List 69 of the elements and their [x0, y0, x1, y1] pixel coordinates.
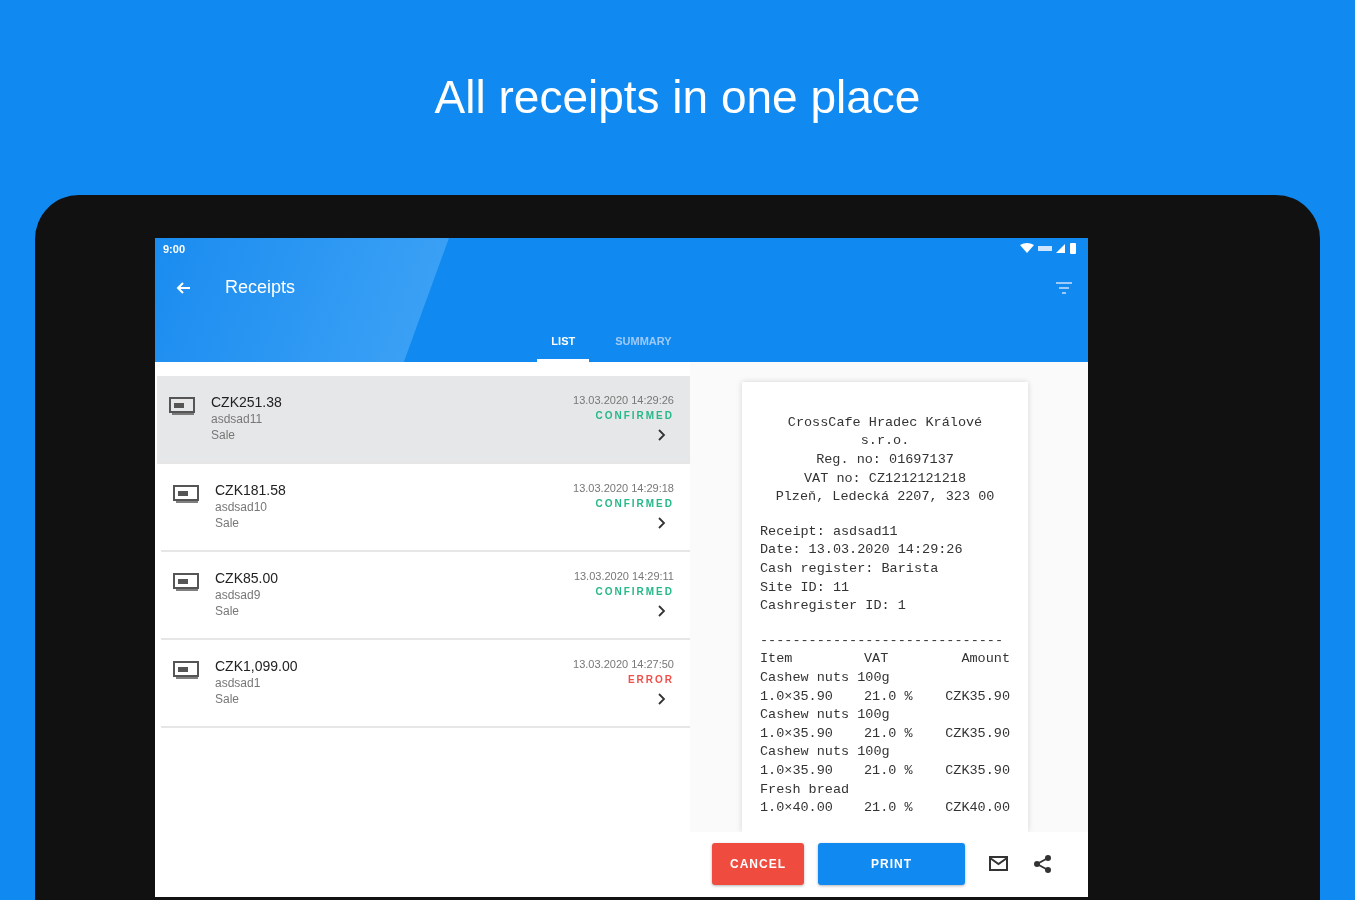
chevron-icon	[658, 604, 666, 617]
item-name: Cashew nuts 100g	[760, 706, 891, 725]
receipt-header-line: VAT no: CZ1212121218	[804, 469, 966, 488]
column-header: Item	[760, 650, 794, 669]
receipt-header-line: Reg. no: 01697137	[816, 451, 954, 470]
item-vat: 21.0 %	[864, 687, 914, 706]
tab[interactable]: LIST	[537, 324, 590, 362]
item-vat: 21.0 %	[864, 799, 914, 818]
item-quantity: 1.0×35.90	[760, 687, 834, 706]
receipt-separator: ------------------------------	[760, 631, 1005, 650]
item-name: Fresh bread	[760, 780, 851, 799]
chevron-icon	[658, 428, 666, 441]
receipt-icon	[173, 484, 199, 503]
receipt-header-line: s.r.o.	[860, 432, 910, 451]
receipt-row[interactable]: CZK251.38 asdsad11 Sale 13.03.2020 14:29:26 CONFIRMED	[157, 375, 690, 464]
print-button[interactable]: PRINT	[818, 843, 965, 886]
receipt-date: 13.03.2020 14:29:18	[573, 481, 674, 494]
receipt-number: asdsad1	[215, 675, 262, 690]
receipt-info-line: Site ID: 11	[760, 578, 851, 597]
receipt-amount: CZK251.38	[211, 393, 282, 410]
email-icon[interactable]	[989, 856, 1009, 873]
headline: All receipts in one place	[434, 70, 921, 125]
item-amount: CZK35.90	[945, 687, 1010, 706]
receipt-info-line: Date: 13.03.2020 14:29:26	[760, 541, 964, 560]
receipt-status: CONFIRMED	[595, 585, 674, 597]
item-name: Cashew nuts 100g	[760, 669, 891, 687]
item-vat: 21.0 %	[864, 761, 914, 780]
receipt-number: asdsad9	[215, 587, 262, 602]
receipt-type: Sale	[211, 427, 237, 442]
receipt-info-line: Cash register: Barista	[760, 560, 940, 578]
receipt-info-line: Receipt: asdsad11	[760, 522, 899, 541]
column-header: VAT	[864, 650, 890, 669]
item-amount: CZK35.90	[945, 761, 1010, 780]
receipt-info-line: Cashregister ID: 1	[760, 597, 907, 616]
back-arrow-icon[interactable]	[175, 279, 191, 296]
item-amount: CZK40.00	[945, 799, 1010, 818]
share-icon[interactable]	[1033, 854, 1053, 875]
screen-title: Receipts	[225, 277, 296, 299]
chevron-icon	[658, 692, 666, 705]
status-icons	[1020, 243, 1078, 255]
status-time: 9:00	[163, 242, 186, 255]
receipt-icon	[169, 396, 195, 415]
receipt-status: ERROR	[627, 673, 674, 685]
item-vat: 21.0 %	[864, 724, 914, 743]
cancel-button[interactable]: CANCEL	[712, 843, 804, 886]
receipt-type: Sale	[215, 515, 241, 530]
receipt-type: Sale	[215, 691, 241, 706]
item-quantity: 1.0×40.00	[760, 799, 834, 818]
receipt-status: CONFIRMED	[595, 409, 674, 421]
receipt-date: 13.03.2020 14:29:11	[573, 569, 674, 582]
receipt-status: CONFIRMED	[595, 497, 674, 509]
receipt-number: asdsad10	[215, 499, 269, 514]
item-quantity: 1.0×35.90	[760, 761, 834, 780]
column-header: Amount	[961, 650, 1010, 669]
receipt-type: Sale	[215, 603, 241, 618]
item-quantity: 1.0×35.90	[760, 724, 834, 743]
receipt-amount: CZK85.00	[215, 569, 279, 586]
receipt-date: 13.03.2020 14:29:26	[573, 393, 674, 406]
receipt-amount: CZK181.58	[215, 481, 286, 498]
receipt-amount: CZK1,099.00	[215, 657, 298, 674]
chevron-icon	[658, 516, 666, 529]
item-amount: CZK35.90	[945, 724, 1010, 743]
receipt-number: asdsad11	[211, 411, 264, 426]
item-name: Cashew nuts 100g	[760, 743, 891, 762]
receipt-header-line: CrossCafe Hradec Králové	[787, 413, 983, 432]
receipt-icon	[173, 660, 199, 679]
receipt-date: 13.03.2020 14:27:50	[573, 657, 674, 670]
receipt-icon	[173, 572, 199, 591]
receipt-header-line: Plzeň, Ledecká 2207, 323 00	[775, 488, 995, 507]
